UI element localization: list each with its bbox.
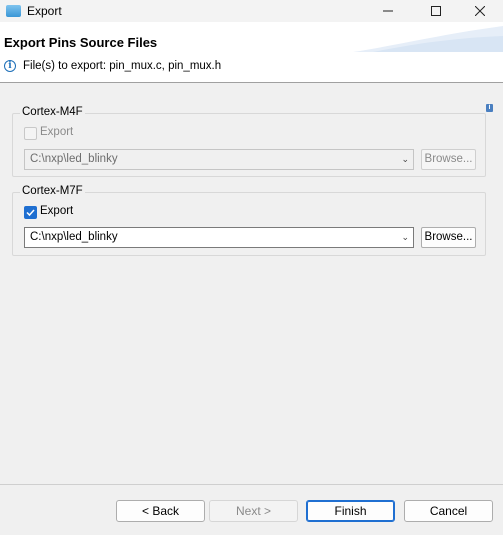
export-dialog: Export Export Pins Source Files i File(s… [0,0,503,535]
chevron-down-icon: ⌄ [401,232,409,242]
group-cortex-m4f: Cortex-M4F Export C:\nxp\led_blinky ⌄ Br… [12,106,486,177]
window-title: Export [27,4,62,18]
close-button[interactable] [457,0,503,22]
maximize-button[interactable] [413,0,459,22]
next-button[interactable]: Next > [209,500,298,522]
path-value-m4f: C:\nxp\led_blinky [30,153,118,165]
path-combo-m7f[interactable]: C:\nxp\led_blinky ⌄ [24,227,414,248]
export-checkbox-m4f[interactable] [24,127,37,140]
path-value-m7f: C:\nxp\led_blinky [30,231,118,243]
checkmark-icon [26,209,35,217]
browse-button-m4f[interactable]: Browse... [421,149,476,170]
export-checkbox-m7f[interactable] [24,206,37,219]
close-icon [475,6,485,16]
page-title: Export Pins Source Files [4,35,158,50]
title-bar: Export [0,0,503,22]
minimize-icon [383,10,393,12]
info-icon: i [4,60,16,72]
minimize-button[interactable] [365,0,411,22]
header-banner: Export Pins Source Files i File(s) to ex… [0,22,503,82]
export-label-m7f: Export [40,205,74,217]
chevron-down-icon: ⌄ [401,154,409,164]
footer-divider [0,484,503,485]
help-info-icon[interactable]: i [486,104,493,112]
group-cortex-m7f: Cortex-M7F Export C:\nxp\led_blinky ⌄ Br… [12,185,486,256]
back-button[interactable]: < Back [116,500,205,522]
header-message: File(s) to export: pin_mux.c, pin_mux.h [23,60,222,72]
group-label: Cortex-M4F [20,106,85,118]
header-decoration [353,26,503,52]
cancel-button[interactable]: Cancel [404,500,493,522]
maximize-icon [431,6,441,16]
header-divider [0,82,503,83]
app-icon [6,5,21,17]
export-label-m4f: Export [40,126,74,138]
browse-button-m7f[interactable]: Browse... [421,227,476,248]
path-combo-m4f[interactable]: C:\nxp\led_blinky ⌄ [24,149,414,170]
group-label: Cortex-M7F [20,185,85,197]
finish-button[interactable]: Finish [306,500,395,522]
